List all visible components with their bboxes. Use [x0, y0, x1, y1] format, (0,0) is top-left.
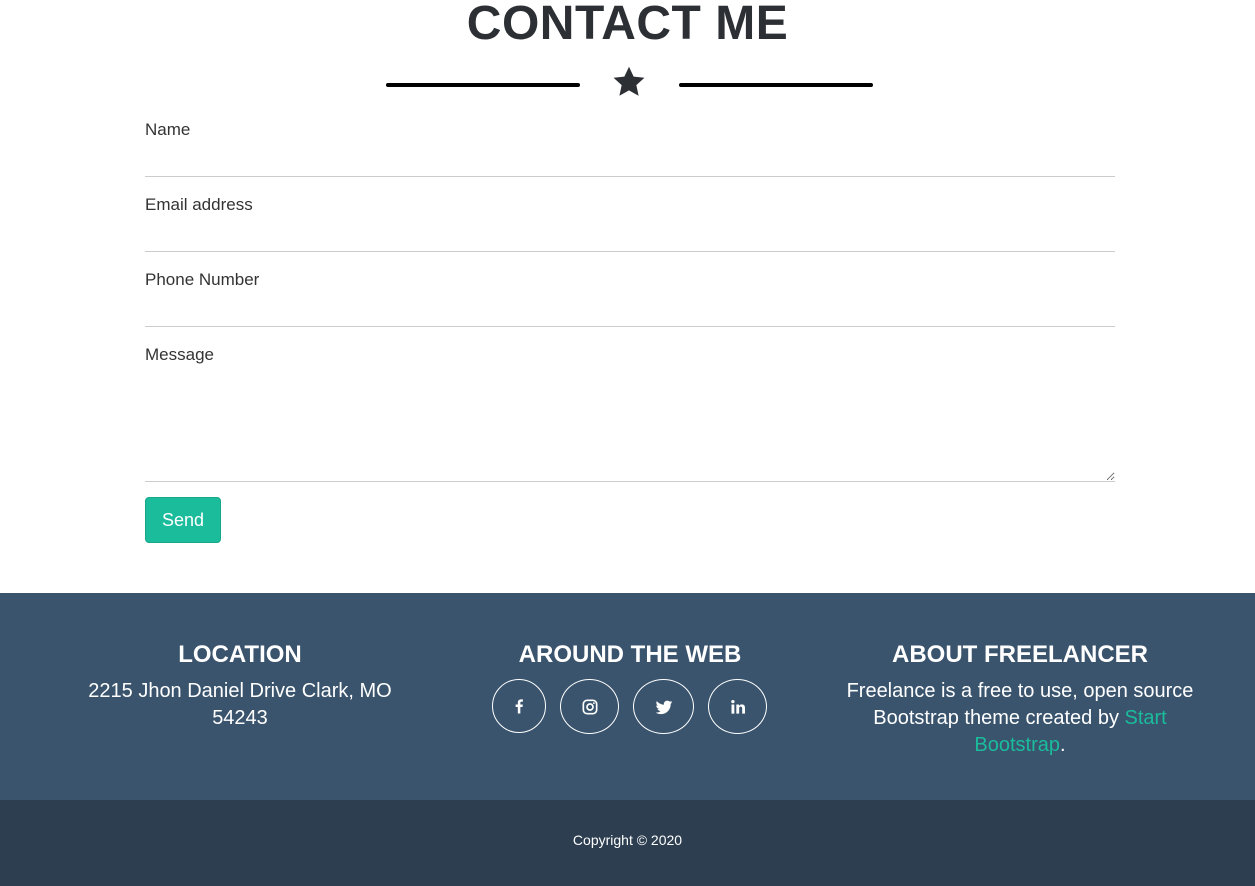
- phone-input[interactable]: [145, 290, 1115, 327]
- divider-line-right: [679, 83, 873, 87]
- footer: LOCATION 2215 Jhon Daniel Drive Clark, M…: [0, 593, 1255, 800]
- instagram-button[interactable]: [560, 679, 619, 734]
- copyright-bar: Copyright © 2020: [0, 800, 1255, 886]
- page-title: CONTACT ME: [466, 0, 789, 50]
- message-label: Message: [145, 345, 214, 364]
- location-address: 2215 Jhon Daniel Drive Clark, MO 54243: [88, 680, 392, 729]
- email-input[interactable]: [145, 215, 1115, 252]
- name-label: Name: [145, 120, 191, 139]
- instagram-icon: [582, 699, 597, 714]
- send-button[interactable]: Send: [145, 497, 221, 543]
- star-icon: [613, 66, 645, 96]
- around-the-web-title: AROUND THE WEB: [518, 641, 742, 668]
- linkedin-button[interactable]: [708, 679, 767, 734]
- name-input[interactable]: [145, 140, 1115, 177]
- divider-line-left: [386, 83, 580, 87]
- about-title: ABOUT FREELANCER: [892, 641, 1148, 668]
- facebook-button[interactable]: [492, 679, 546, 733]
- message-field-group: Message: [145, 345, 1115, 482]
- twitter-icon: [655, 700, 672, 714]
- twitter-button[interactable]: [633, 679, 694, 734]
- facebook-icon: [515, 699, 523, 714]
- contact-section: CONTACT ME Name Email address Phone Numb…: [0, 0, 1255, 593]
- phone-label: Phone Number: [145, 270, 260, 289]
- email-label: Email address: [145, 195, 253, 214]
- linkedin-icon: [730, 699, 745, 714]
- copyright-text: Copyright © 2020: [572, 832, 683, 848]
- email-field-group: Email address: [145, 195, 1115, 252]
- about-text-after: .: [1060, 734, 1066, 756]
- about-text: Freelance is a free to use, open source …: [840, 678, 1200, 759]
- name-field-group: Name: [145, 120, 1115, 177]
- phone-field-group: Phone Number: [145, 270, 1115, 327]
- location-title: LOCATION: [178, 641, 302, 668]
- message-textarea[interactable]: [145, 365, 1115, 482]
